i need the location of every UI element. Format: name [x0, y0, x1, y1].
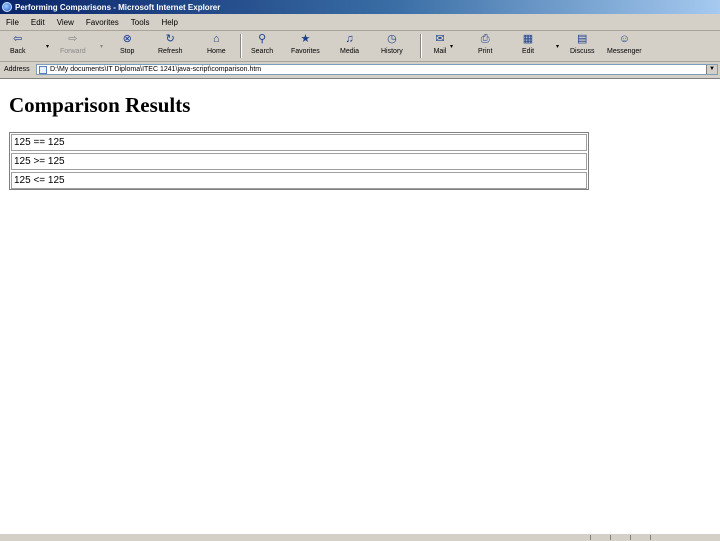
status-segment [610, 535, 611, 540]
favorites-icon: ★ [300, 33, 311, 45]
window-titlebar[interactable]: Performing Comparisons - Microsoft Inter… [0, 0, 720, 14]
menu-file[interactable]: File [0, 18, 25, 27]
toolbar-separator [240, 34, 242, 58]
stop-icon: ⊗ [122, 33, 132, 45]
status-zone [650, 535, 651, 540]
result-row: 125 <= 125 [11, 172, 587, 189]
messenger-icon: ☺ [618, 33, 630, 45]
history-button[interactable]: ◷ History [381, 33, 403, 55]
forward-button[interactable]: ⇨ Forward [60, 33, 86, 55]
media-button[interactable]: ♫ Media [340, 33, 359, 55]
menu-view[interactable]: View [51, 18, 80, 27]
refresh-button[interactable]: ↻ Refresh [158, 33, 183, 55]
mail-button[interactable]: ✉ Mail [433, 33, 447, 55]
address-value: D:\My documents\IT Diploma\ITEC 1241\jav… [50, 66, 262, 73]
favorites-button[interactable]: ★ Favorites [291, 33, 320, 55]
address-label: Address [4, 66, 30, 73]
page-content: Comparison Results 125 == 125 125 >= 125… [0, 79, 720, 533]
discuss-icon: ▤ [577, 33, 588, 45]
back-arrow-icon: ⇦ [13, 33, 23, 45]
standard-toolbar: ⇦ Back ▾ ⇨ Forward ▾ ⊗ Stop ↻ Refresh ⌂ … [0, 31, 720, 62]
back-dropdown-icon[interactable]: ▾ [46, 43, 49, 50]
page-title: Comparison Results [9, 93, 191, 117]
edit-page-icon: ▦ [522, 33, 534, 45]
result-row: 125 == 125 [11, 134, 587, 151]
result-row: 125 >= 125 [11, 153, 587, 170]
search-button[interactable]: ⚲ Search [251, 33, 273, 55]
edit-dropdown-icon[interactable]: ▾ [556, 43, 559, 50]
internet-explorer-icon [2, 2, 12, 12]
edit-button[interactable]: ▦ Edit [521, 33, 535, 55]
print-button[interactable]: ⎙ Print [478, 33, 492, 55]
status-segment [630, 535, 631, 540]
menu-favorites[interactable]: Favorites [80, 18, 125, 27]
menu-tools[interactable]: Tools [125, 18, 156, 27]
status-segment [590, 535, 591, 540]
discuss-button[interactable]: ▤ Discuss [570, 33, 595, 55]
menu-edit[interactable]: Edit [25, 18, 51, 27]
mail-dropdown-icon[interactable]: ▾ [450, 43, 453, 50]
menu-help[interactable]: Help [155, 18, 183, 27]
home-button[interactable]: ⌂ Home [207, 33, 226, 55]
forward-arrow-icon: ⇨ [68, 33, 78, 45]
printer-icon: ⎙ [480, 33, 490, 45]
mail-icon: ✉ [435, 33, 445, 45]
refresh-icon: ↻ [165, 33, 175, 45]
back-button[interactable]: ⇦ Back [10, 33, 26, 55]
forward-dropdown-icon[interactable]: ▾ [100, 43, 103, 50]
search-icon: ⚲ [258, 33, 267, 45]
page-icon [39, 65, 47, 74]
address-dropdown-icon[interactable]: ▼ [706, 65, 717, 74]
history-icon: ◷ [387, 33, 397, 45]
messenger-button[interactable]: ☺ Messenger [607, 33, 642, 55]
stop-button[interactable]: ⊗ Stop [120, 33, 134, 55]
menu-bar: File Edit View Favorites Tools Help [0, 14, 720, 31]
address-input[interactable]: D:\My documents\IT Diploma\ITEC 1241\jav… [36, 64, 718, 75]
results-textarea[interactable]: 125 == 125 125 >= 125 125 <= 125 [9, 132, 589, 190]
address-bar: Address D:\My documents\IT Diploma\ITEC … [0, 62, 720, 79]
media-icon: ♫ [345, 33, 354, 45]
toolbar-separator [420, 34, 422, 58]
home-icon: ⌂ [213, 33, 220, 45]
window-title: Performing Comparisons - Microsoft Inter… [15, 2, 221, 12]
